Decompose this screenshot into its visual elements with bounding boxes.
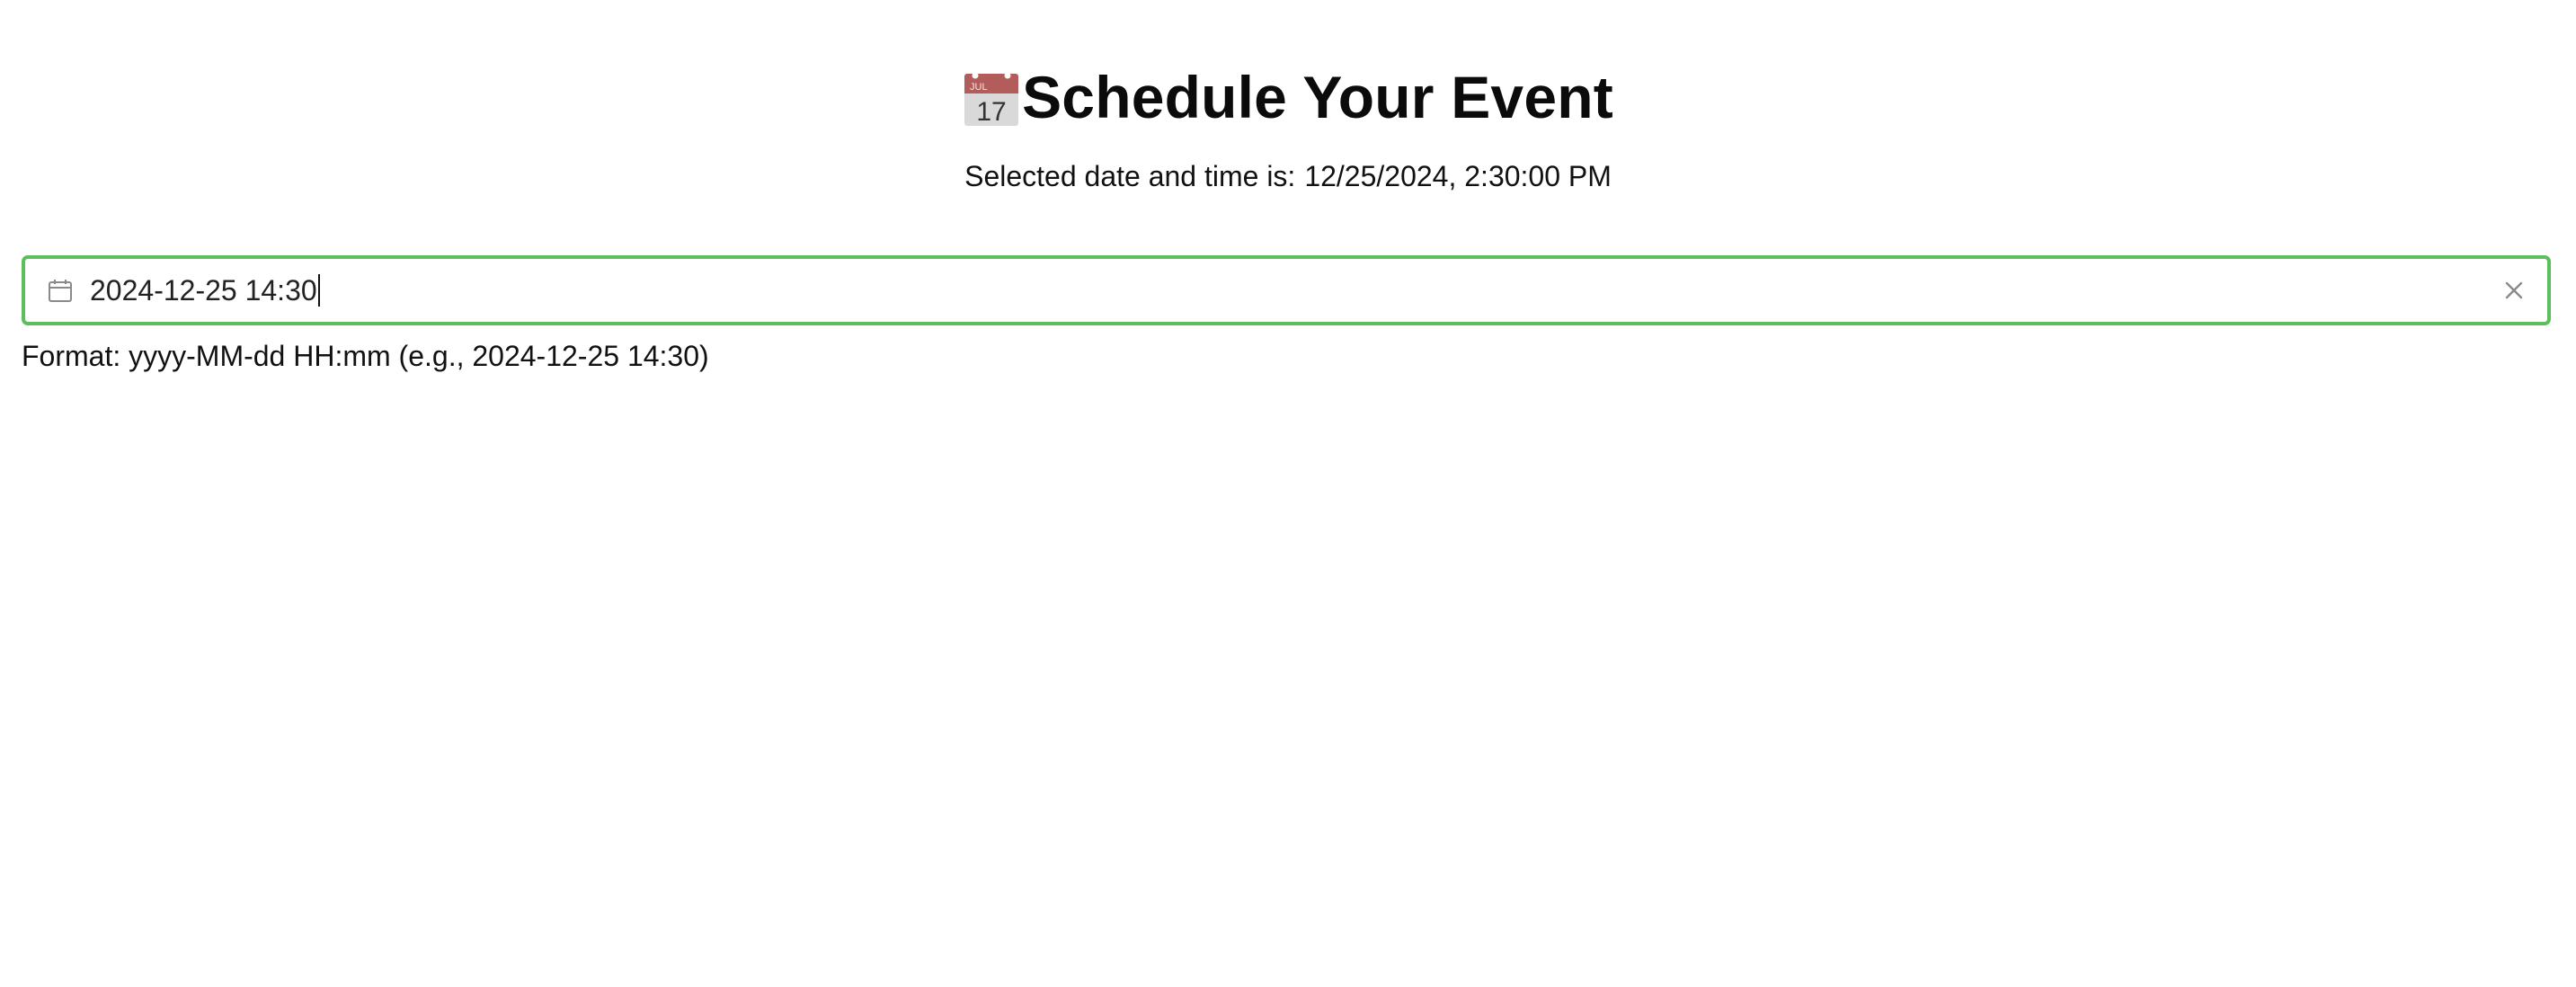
calendar-emoji-icon: JUL 17 bbox=[964, 72, 1019, 127]
emoji-day: 17 bbox=[976, 97, 1006, 127]
datetime-picker[interactable]: 2024-12-25 14:30 bbox=[22, 255, 2551, 325]
title-row: JUL 17 Schedule Your Event bbox=[963, 58, 1613, 137]
selected-datetime-label: Selected date and time is: bbox=[964, 160, 1296, 192]
datetime-input-value: 2024-12-25 14:30 bbox=[90, 274, 317, 307]
page-title: Schedule Your Event bbox=[1022, 64, 1613, 130]
page: JUL 17 Schedule Your Event Selected date… bbox=[0, 0, 2576, 987]
selected-datetime-line: Selected date and time is: 12/25/2024, 2:… bbox=[0, 158, 2576, 194]
emoji-month: JUL bbox=[970, 82, 988, 93]
text-caret bbox=[317, 274, 320, 307]
header: JUL 17 Schedule Your Event bbox=[0, 58, 2576, 137]
calendar-icon bbox=[47, 277, 74, 304]
datetime-input[interactable]: 2024-12-25 14:30 bbox=[90, 272, 2502, 308]
selected-datetime-value: 12/25/2024, 2:30:00 PM bbox=[1304, 160, 1612, 192]
close-icon[interactable] bbox=[2502, 279, 2526, 302]
format-hint: Format: yyyy-MM-dd HH:mm (e.g., 2024-12-… bbox=[22, 340, 709, 372]
